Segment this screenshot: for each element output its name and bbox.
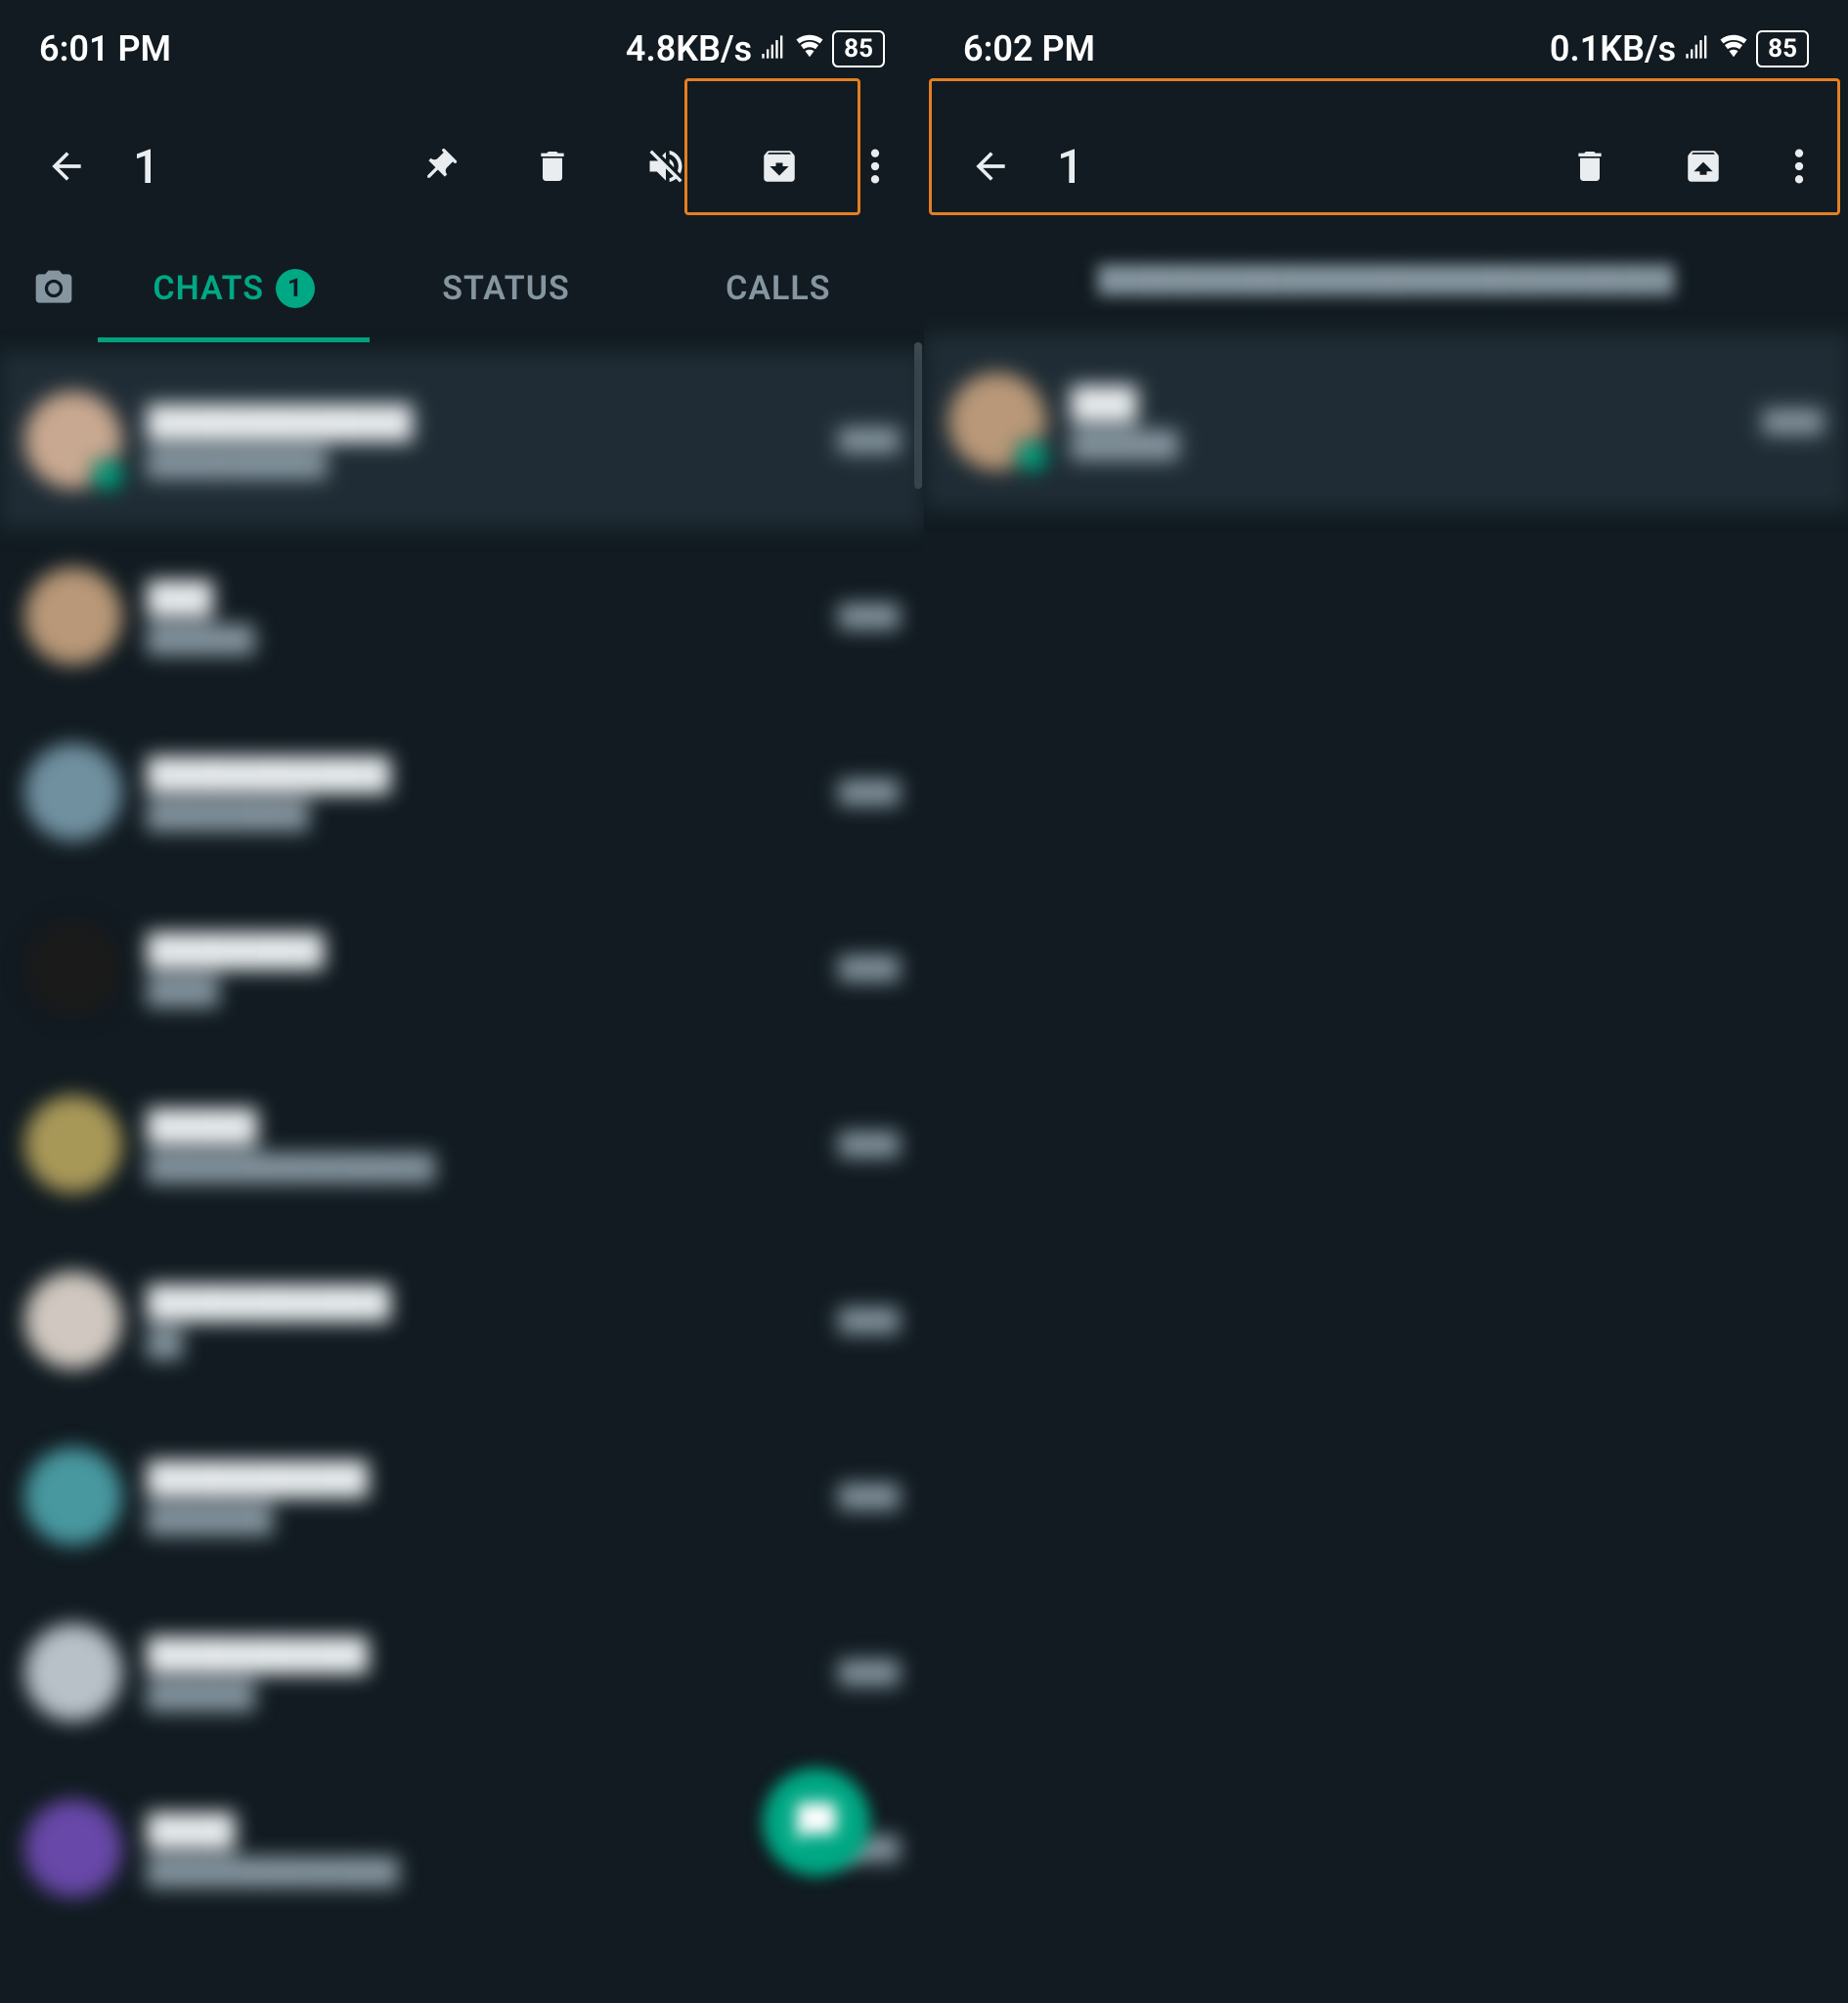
chat-item[interactable]: █████████ ████ (0, 528, 924, 704)
chat-title: ███ (1071, 384, 1738, 422)
avatar[interactable] (24, 1624, 122, 1721)
delete-button[interactable] (525, 139, 580, 194)
back-button[interactable] (963, 139, 1018, 194)
chat-preview: ███████ (147, 1504, 814, 1535)
chat-preview: ████ (147, 976, 814, 1006)
selection-action-bar: 1 (924, 98, 1848, 235)
chat-preview: █████████ (147, 800, 814, 830)
chat-item[interactable]: █████████████████████ ████ (0, 1056, 924, 1232)
chat-preview: ██████ (1071, 429, 1738, 460)
chat-title: ██████████ (147, 1635, 814, 1672)
chat-time: ████ (839, 1308, 900, 1333)
tab-status-label: STATUS (442, 269, 570, 308)
tab-chats-label: CHATS (153, 269, 264, 308)
chat-preview: ████████████████ (147, 1152, 814, 1182)
network-speed: 0.1KB/s (1550, 28, 1676, 69)
archived-info-text: ████████████████████████████████ (924, 235, 1848, 324)
camera-tab[interactable] (10, 267, 98, 310)
battery-icon: 85 (1756, 30, 1809, 67)
chat-item[interactable]: █████████████ ████ (0, 1232, 924, 1408)
status-right: 0.1KB/s 85 (1550, 28, 1809, 69)
avatar[interactable] (24, 919, 122, 1017)
chat-item[interactable]: ████████████ ████ (0, 880, 924, 1056)
wifi-icon (795, 28, 824, 69)
chat-item[interactable]: █████████ ████ (924, 334, 1848, 510)
archive-button[interactable] (752, 139, 807, 194)
chat-title: ████ (147, 1811, 814, 1848)
chat-time: ████ (839, 603, 900, 629)
chat-list: ██████████████████████ ████ █████████ ██… (0, 342, 924, 1936)
chat-preview: ██████ (147, 624, 814, 654)
chat-preview: ██ (147, 1328, 814, 1358)
avatar[interactable] (24, 1271, 122, 1369)
chat-time: ████ (839, 1660, 900, 1685)
avatar[interactable] (24, 391, 122, 489)
delete-button[interactable] (1562, 139, 1617, 194)
avatar[interactable] (24, 743, 122, 841)
status-right: 4.8KB/s 85 (626, 28, 885, 69)
chat-item[interactable]: ████████████████ ████ (0, 1584, 924, 1760)
tab-status[interactable]: STATUS (370, 235, 641, 342)
more-options-button[interactable] (865, 139, 885, 194)
tab-calls-label: CALLS (726, 269, 830, 308)
selected-check-icon (1015, 439, 1050, 474)
pin-button[interactable] (412, 139, 466, 194)
chat-item[interactable]: █████████████████ ████ (0, 1408, 924, 1584)
phone-screenshot-left: 6:01 PM 4.8KB/s 85 1 (0, 0, 924, 2003)
tab-calls[interactable]: CALLS (642, 235, 914, 342)
mute-button[interactable] (638, 139, 693, 194)
signal-icon (1684, 28, 1711, 69)
status-time: 6:01 PM (39, 28, 171, 69)
wifi-icon (1719, 28, 1748, 69)
chat-time: ████ (839, 1484, 900, 1509)
avatar[interactable] (24, 1095, 122, 1193)
chat-time: ████ (839, 956, 900, 981)
avatar[interactable] (24, 1447, 122, 1545)
chat-title: ████████████ (147, 403, 814, 440)
unarchive-button[interactable] (1676, 139, 1731, 194)
avatar[interactable] (948, 373, 1046, 470)
chat-title: ███████████ (147, 1283, 814, 1320)
chat-title: ██████████ (147, 1459, 814, 1496)
tabs-bar: CHATS 1 STATUS CALLS (0, 235, 924, 342)
selection-count: 1 (133, 139, 159, 195)
chat-time: ████ (839, 779, 900, 805)
new-chat-fab[interactable] (763, 1768, 870, 1876)
chat-title: ████████ (147, 931, 814, 968)
selection-count: 1 (1057, 139, 1083, 195)
signal-icon (760, 28, 787, 69)
chat-item[interactable]: ██████████████████████ ████ (0, 352, 924, 528)
chat-time: ████ (1763, 409, 1824, 434)
battery-icon: 85 (832, 30, 885, 67)
network-speed: 4.8KB/s (626, 28, 752, 69)
chat-title: █████ (147, 1107, 814, 1144)
chat-preview: ██████████████ (147, 1856, 814, 1887)
avatar[interactable] (24, 1800, 122, 1897)
chat-title: ███████████ (147, 755, 814, 792)
chat-time: ████ (839, 1132, 900, 1157)
tab-chats-badge: 1 (276, 269, 315, 308)
selection-action-bar: 1 (0, 98, 924, 235)
back-button[interactable] (39, 139, 94, 194)
chat-preview: ██████████ (147, 448, 814, 478)
archived-chat-list: █████████ ████ (924, 324, 1848, 510)
avatar[interactable] (24, 567, 122, 665)
selected-check-icon (91, 458, 126, 493)
phone-screenshot-right: 6:02 PM 0.1KB/s 85 1 (924, 0, 1848, 2003)
status-bar: 6:01 PM 4.8KB/s 85 (0, 0, 924, 98)
more-options-button[interactable] (1789, 139, 1809, 194)
tab-chats[interactable]: CHATS 1 (98, 235, 370, 342)
status-time: 6:02 PM (963, 28, 1095, 69)
chat-time: ████ (839, 427, 900, 453)
status-bar: 6:02 PM 0.1KB/s 85 (924, 0, 1848, 98)
chat-preview: ██████ (147, 1680, 814, 1711)
chat-item[interactable]: ████████████████████ ████ (0, 704, 924, 880)
chat-title: ███ (147, 579, 814, 616)
